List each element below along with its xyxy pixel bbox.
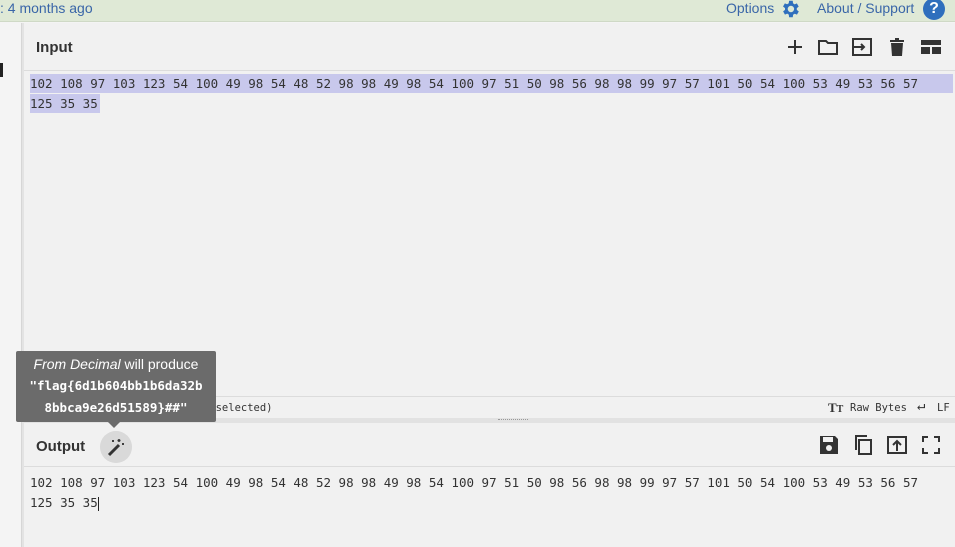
input-line: 102 108 97 103 123 54 100 49 98 54 48 52…: [30, 76, 919, 91]
output-textarea[interactable]: 102 108 97 103 123 54 100 49 98 54 48 52…: [24, 471, 955, 547]
fullscreen-icon[interactable]: [920, 434, 942, 456]
magic-wand-icon[interactable]: [100, 431, 132, 463]
output-header: Output: [24, 423, 955, 467]
plus-icon[interactable]: [784, 36, 806, 58]
tooltip-arrow: [108, 422, 120, 428]
tooltip-result-line: "flag{6d1b604bb1b6da32b: [29, 378, 203, 393]
input-line: 125 35 35: [30, 96, 98, 111]
layout-icon[interactable]: [920, 36, 942, 58]
output-line-text: 125 35 35: [30, 495, 98, 510]
output-title: Output: [36, 438, 86, 455]
text-encoding-icon[interactable]: TT: [828, 400, 843, 416]
about-support-link[interactable]: About / Support: [817, 0, 914, 16]
tooltip-op-name: From Decimal: [33, 356, 121, 372]
trash-icon[interactable]: [886, 36, 908, 58]
top-banner: : 4 months ago Options About / Support ?: [0, 0, 955, 22]
input-title: Input: [36, 39, 73, 56]
tooltip-result-line: 8bbca9e26d51589}##": [44, 400, 188, 415]
input-header: Input: [24, 23, 955, 71]
encoding-label[interactable]: Raw Bytes: [850, 402, 907, 414]
input-textarea[interactable]: 102 108 97 103 123 54 100 49 98 54 48 52…: [24, 72, 955, 396]
gear-icon[interactable]: [779, 0, 801, 20]
tooltip-suffix: will produce: [120, 356, 199, 372]
copy-icon[interactable]: [852, 434, 874, 456]
magic-tooltip: From Decimal will produce "flag{6d1b604b…: [16, 351, 216, 428]
output-pane: Output 102 108 97 103 123 54 100 49 98 5…: [24, 423, 955, 547]
tooltip-heading: From Decimal will produce: [16, 356, 216, 372]
eol-icon[interactable]: ↵: [917, 398, 925, 414]
replace-input-icon[interactable]: [886, 434, 908, 456]
eol-label[interactable]: LF: [937, 402, 950, 414]
text-caret: [97, 496, 99, 511]
recipe-pane-edge: [0, 23, 21, 547]
last-updated-text: : 4 months ago: [0, 0, 93, 16]
options-link[interactable]: Options: [726, 0, 774, 16]
resize-grip[interactable]: [498, 419, 528, 421]
save-icon[interactable]: [818, 434, 840, 456]
output-line: 102 108 97 103 123 54 100 49 98 54 48 52…: [30, 475, 919, 490]
folder-icon[interactable]: [817, 36, 839, 58]
help-icon[interactable]: ?: [923, 0, 945, 20]
pane-edge-glyph: [0, 63, 3, 77]
output-line: 125 35 35: [30, 493, 99, 513]
input-arrow-icon[interactable]: [851, 36, 873, 58]
